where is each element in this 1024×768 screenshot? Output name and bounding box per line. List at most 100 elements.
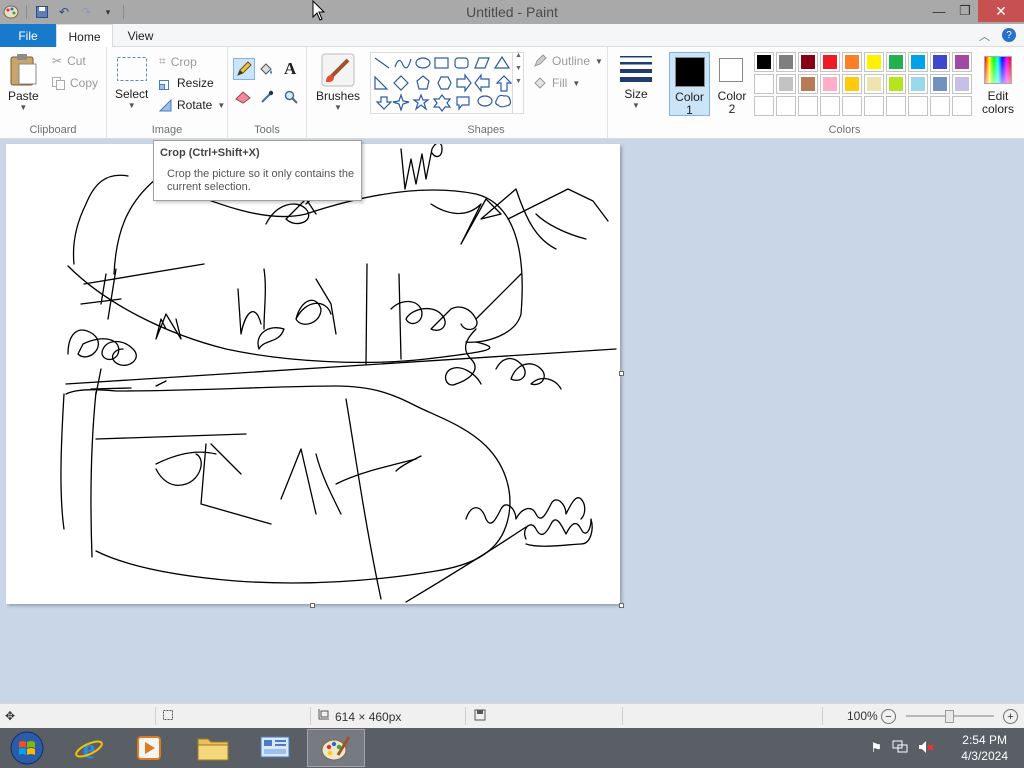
color1-button[interactable]: Color 1: [669, 52, 710, 117]
color-swatch[interactable]: [820, 74, 840, 94]
tooltip-title: Crop (Ctrl+Shift+X): [160, 147, 260, 159]
magnifier-tool[interactable]: [284, 90, 298, 104]
zoom-out-icon[interactable]: −: [881, 709, 896, 724]
taskbar-control-panel[interactable]: [246, 729, 304, 767]
color-swatch[interactable]: [886, 74, 906, 94]
taskbar-clock[interactable]: 2:54 PM 4/3/2024: [961, 732, 1008, 764]
color-swatch[interactable]: [952, 74, 972, 94]
resize-button[interactable]: Resize: [159, 76, 214, 90]
color-swatch[interactable]: [908, 52, 928, 72]
brushes-button[interactable]: Brushes ▼: [316, 53, 360, 112]
action-center-flag-icon[interactable]: ⚑: [870, 740, 882, 757]
color-swatch[interactable]: [864, 96, 884, 116]
window-controls: — ❐ ✕: [926, 0, 1024, 22]
canvas-workspace[interactable]: [0, 139, 1024, 703]
color-swatch[interactable]: [820, 52, 840, 72]
taskbar-paint[interactable]: [307, 729, 365, 767]
drawing-canvas[interactable]: [6, 142, 620, 604]
color-swatch-fill: [801, 77, 815, 91]
eraser-icon: [235, 90, 251, 104]
system-tray: ⚑: [870, 740, 934, 757]
outline-button[interactable]: Outline ▼: [533, 54, 603, 68]
size-button[interactable]: Size ▼: [619, 55, 653, 110]
color-swatch[interactable]: [908, 96, 928, 116]
zoom-slider-thumb[interactable]: [945, 710, 954, 723]
shapes-scroll[interactable]: ▲ ▼ ▼: [512, 52, 524, 114]
volume-muted-icon[interactable]: [918, 740, 934, 757]
taskbar-internet-explorer[interactable]: e: [60, 729, 118, 767]
resize-handle-corner[interactable]: [619, 603, 624, 608]
size-group: Size ▼: [608, 47, 665, 139]
select-button[interactable]: Select ▼: [115, 56, 148, 110]
paste-button[interactable]: Paste ▼: [8, 53, 39, 112]
color-swatch[interactable]: [842, 74, 862, 94]
image-size-icon: [317, 709, 329, 724]
expand-gallery-icon[interactable]: ▼: [515, 78, 522, 85]
color-swatch[interactable]: [886, 96, 906, 116]
resize-label: Resize: [177, 76, 214, 90]
color-swatch[interactable]: [930, 74, 950, 94]
crop-button[interactable]: ⌗ Crop: [159, 54, 197, 69]
color-picker-tool[interactable]: [260, 90, 274, 104]
rotate-button[interactable]: Rotate ▼: [159, 98, 225, 112]
resize-handle-bottom[interactable]: [310, 603, 315, 608]
tooltip-body: Crop the picture so it only contains the…: [167, 168, 355, 193]
network-icon[interactable]: [892, 740, 908, 757]
eraser-tool[interactable]: [235, 90, 251, 104]
paste-icon: [8, 53, 38, 87]
outline-label: Outline: [552, 54, 591, 68]
tab-view[interactable]: View: [113, 24, 168, 47]
color-swatch[interactable]: [886, 52, 906, 72]
color-swatch[interactable]: [908, 74, 928, 94]
select-label: Select: [115, 87, 149, 101]
restore-icon[interactable]: ❐: [952, 0, 978, 22]
pencil-tool[interactable]: [233, 58, 255, 80]
start-button[interactable]: [0, 729, 54, 767]
minimize-icon[interactable]: —: [926, 0, 952, 22]
chevron-down-icon: ▼: [334, 103, 342, 112]
color-swatch[interactable]: [798, 96, 818, 116]
color-swatch[interactable]: [798, 52, 818, 72]
color-swatch[interactable]: [842, 96, 862, 116]
fill-label: Fill: [552, 76, 568, 90]
shapes-gallery[interactable]: [370, 52, 524, 114]
color-swatch[interactable]: [776, 52, 796, 72]
help-icon[interactable]: ?: [1002, 28, 1016, 42]
scroll-up-icon[interactable]: ▲: [515, 52, 522, 59]
color-swatch[interactable]: [952, 52, 972, 72]
cut-button[interactable]: ✂ Cut: [52, 54, 86, 68]
copy-button[interactable]: Copy: [52, 76, 98, 90]
fill-tool[interactable]: [258, 61, 274, 77]
status-separator: [310, 707, 311, 725]
color-swatch[interactable]: [776, 96, 796, 116]
color-swatch[interactable]: [864, 52, 884, 72]
color-swatch[interactable]: [754, 52, 774, 72]
brush-icon: [321, 53, 355, 87]
color-swatch[interactable]: [864, 74, 884, 94]
chevron-down-icon: ▼: [127, 101, 136, 110]
taskbar-file-explorer[interactable]: [184, 729, 242, 767]
taskbar-media-player[interactable]: [120, 729, 178, 767]
close-icon[interactable]: ✕: [978, 0, 1024, 22]
color-swatch[interactable]: [754, 96, 774, 116]
color-swatch[interactable]: [930, 96, 950, 116]
color2-button[interactable]: Color 2: [714, 52, 750, 116]
minimize-ribbon-icon[interactable]: ︿: [979, 28, 990, 44]
color-swatch[interactable]: [798, 74, 818, 94]
zoom-in-icon[interactable]: +: [1003, 709, 1018, 724]
color-swatch[interactable]: [930, 52, 950, 72]
fill-button[interactable]: Fill ▼: [533, 76, 580, 90]
color-swatch[interactable]: [754, 74, 774, 94]
color-swatch[interactable]: [952, 96, 972, 116]
color-swatch[interactable]: [776, 74, 796, 94]
scroll-down-icon[interactable]: ▼: [515, 65, 522, 72]
tab-home[interactable]: Home: [56, 24, 113, 48]
edit-colors-button[interactable]: Edit colors: [976, 52, 1020, 116]
color2-swatch: [719, 58, 743, 82]
resize-handle-right[interactable]: [619, 371, 624, 376]
color-swatch[interactable]: [820, 96, 840, 116]
selection-size-icon: [162, 709, 174, 724]
text-tool[interactable]: A: [284, 59, 296, 79]
tab-file[interactable]: File: [0, 24, 56, 47]
color-swatch[interactable]: [842, 52, 862, 72]
